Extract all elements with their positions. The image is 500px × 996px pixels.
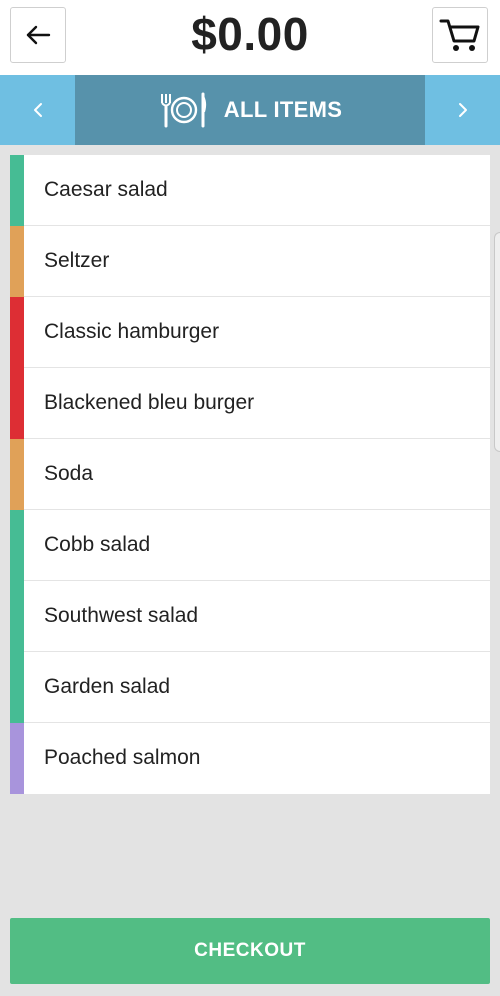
item-label: Blackened bleu burger — [44, 391, 255, 414]
menu-item-list: Caesar salad Seltzer Classic hamburger Blac… — [10, 155, 490, 794]
category-color-stripe — [10, 368, 24, 439]
item-label: Cobb salad — [44, 533, 151, 556]
chevron-right-icon — [458, 103, 467, 117]
item-label: Southwest salad — [44, 604, 199, 627]
item-label: Garden salad — [44, 675, 171, 698]
item-label: Caesar salad — [44, 178, 168, 201]
list-item[interactable]: Seltzer — [10, 226, 490, 297]
list-item[interactable]: Southwest salad — [10, 581, 490, 652]
cart-button[interactable] — [432, 7, 488, 63]
previous-category-button[interactable] — [0, 75, 75, 145]
shopping-cart-icon — [439, 19, 480, 51]
item-label: Soda — [44, 462, 94, 485]
list-item[interactable]: Garden salad — [10, 652, 490, 723]
category-color-stripe — [10, 155, 24, 226]
fork-plate-knife-icon — [160, 92, 206, 128]
side-scroll-handle[interactable] — [494, 232, 500, 452]
list-item[interactable]: Blackened bleu burger — [10, 368, 490, 439]
item-label: Poached salmon — [44, 746, 201, 769]
arrow-left-icon — [26, 25, 51, 45]
category-selector: ALL ITEMS — [0, 75, 500, 145]
chevron-left-icon — [33, 103, 42, 117]
list-item[interactable]: Soda — [10, 439, 490, 510]
category-color-stripe — [10, 439, 24, 510]
category-label: ALL ITEMS — [223, 97, 343, 122]
category-color-stripe — [10, 723, 24, 794]
category-color-stripe — [10, 226, 24, 297]
list-item[interactable]: Caesar salad — [10, 155, 490, 226]
order-total: $0.00 — [191, 8, 309, 60]
category-color-stripe — [10, 581, 24, 652]
top-bar: $0.00 — [0, 0, 500, 75]
list-item[interactable]: Classic hamburger — [10, 297, 490, 368]
checkout-button[interactable]: CHECKOUT — [10, 918, 490, 984]
current-category[interactable]: ALL ITEMS — [75, 75, 425, 145]
next-category-button[interactable] — [425, 75, 500, 145]
item-label: Classic hamburger — [44, 320, 220, 343]
list-item[interactable]: Cobb salad — [10, 510, 490, 581]
list-item[interactable]: Poached salmon — [10, 723, 490, 794]
back-button[interactable] — [10, 7, 66, 63]
item-label: Seltzer — [44, 249, 110, 272]
category-color-stripe — [10, 510, 24, 581]
category-color-stripe — [10, 652, 24, 723]
category-color-stripe — [10, 297, 24, 368]
